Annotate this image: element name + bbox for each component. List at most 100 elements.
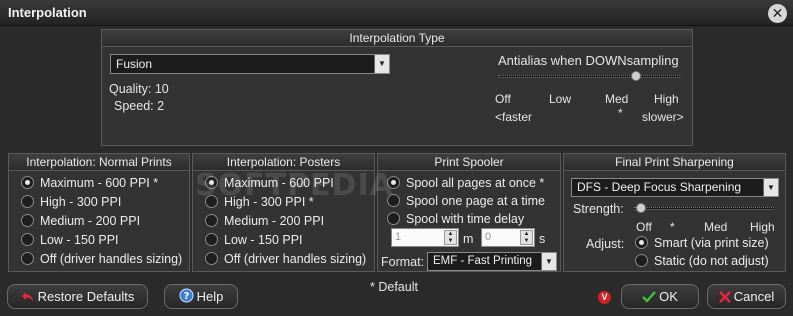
normal-prints-option-label: High - 300 PPI [40,195,122,209]
antialias-scale-high: High [654,92,679,106]
svg-text:?: ? [183,291,189,302]
restore-defaults-button[interactable]: Restore Defaults [7,284,148,309]
strength-label: Strength: [573,202,624,216]
normal-prints-option-label: Maximum - 600 PPI * [40,176,159,190]
window-title: Interpolation [8,5,87,20]
adjust-option[interactable]: Static (do not adjust) [635,252,769,270]
stepper-icon[interactable]: ▲ ▼ [520,230,533,245]
posters-option[interactable]: Medium - 200 PPI [205,212,324,230]
radio-button-icon[interactable] [21,233,34,246]
posters-option-label: Off (driver handles sizing) [224,252,367,266]
radio-button-icon[interactable] [21,176,34,189]
help-button[interactable]: ? Help [164,284,238,309]
spooler-option-label: Spool one page at a time [406,194,545,208]
spooler-option-label: Spool all pages at once * [406,176,545,190]
checkmark-icon [642,287,656,310]
radio-button-icon[interactable] [205,233,218,246]
antialias-scale-default: * [618,106,623,120]
cancel-button[interactable]: Cancel [707,284,786,309]
normal-prints-option[interactable]: High - 300 PPI [21,193,121,211]
strength-scale-off: Off [636,220,652,234]
speed-label: Speed: 2 [114,99,165,113]
interpolation-type-panel: Interpolation Type Fusion ▼ Quality: 10 … [101,29,693,146]
seconds-unit: s [539,232,546,246]
radio-button-icon[interactable] [21,214,34,227]
chevron-down-icon: ▼ [374,55,389,73]
posters-option[interactable]: Off (driver handles sizing) [205,250,366,268]
normal-prints-option[interactable]: Maximum - 600 PPI * [21,174,158,192]
antialias-slider-track[interactable] [498,75,682,78]
normal-prints-option-label: Low - 150 PPI [40,233,119,247]
print-spooler-header: Print Spooler [378,154,560,171]
restore-defaults-label: Restore Defaults [37,289,135,304]
interpolation-type-header: Interpolation Type [102,30,692,47]
adjust-option[interactable]: Smart (via print size) [635,234,769,252]
radio-button-icon[interactable] [635,254,648,267]
antialias-slider-thumb[interactable] [631,71,641,81]
antialias-scale-med: Med [605,92,629,106]
spooler-option[interactable]: Spool one page at a time [387,192,545,210]
normal-prints-option-label: Off (driver handles sizing) [40,252,183,266]
quality-label: Quality: 10 [109,82,169,96]
spooler-option-label: Spool with time delay [406,212,525,226]
normal-prints-option[interactable]: Medium - 200 PPI [21,212,140,230]
sharpening-method-value: DFS - Deep Focus Sharpening [577,180,742,194]
antialias-scale-slower: slower> [642,110,684,124]
delay-minutes-field[interactable]: 1 ▲ ▼ [391,228,459,247]
minutes-unit: m [463,232,474,246]
strength-scale-default: * [670,220,675,234]
normal-prints-option[interactable]: Low - 150 PPI [21,231,119,249]
antialias-scale-off: Off [495,92,511,106]
strength-scale-high: High [750,220,775,234]
normal-prints-header: Interpolation: Normal Prints [9,154,189,171]
radio-button-icon[interactable] [635,236,648,249]
delay-seconds-value: 0 [485,231,492,243]
ok-button[interactable]: OK [621,284,699,309]
normal-prints-panel: Interpolation: Normal Prints Maximum - 6… [8,153,190,272]
help-label: Help [196,289,224,304]
antialias-scale-low: Low [549,92,572,106]
format-select[interactable]: EMF - Fast Printing ▼ [427,252,557,271]
radio-button-icon[interactable] [205,252,218,265]
radio-button-icon[interactable] [21,195,34,208]
help-icon: ? [179,287,194,310]
posters-option-label: Medium - 200 PPI [224,214,325,228]
strength-slider-thumb[interactable] [636,203,646,213]
radio-button-icon[interactable] [21,252,34,265]
print-spooler-panel: Print Spooler Spool all pages at once * S… [377,153,561,272]
chevron-down-icon: ▼ [541,253,556,270]
radio-button-icon[interactable] [205,214,218,227]
strength-scale-med: Med [704,220,728,234]
vendor-badge-icon: V [598,291,611,304]
ok-label: OK [659,289,678,304]
adjust-label: Adjust: [586,237,625,251]
antialias-scale-faster: <faster [495,110,533,124]
normal-prints-option-label: Medium - 200 PPI [40,214,141,228]
cancel-label: Cancel [733,289,775,304]
delay-seconds-field[interactable]: 0 ▲ ▼ [481,228,535,247]
default-note: * Default [370,280,418,294]
title-bar: Interpolation ✕ [0,0,793,26]
format-value: EMF - Fast Printing [433,255,533,267]
stepper-icon[interactable]: ▲ ▼ [444,230,457,245]
sharpening-method-select[interactable]: DFS - Deep Focus Sharpening ▼ [571,178,779,197]
posters-option[interactable]: Low - 150 PPI [205,231,303,249]
sharpening-panel: Final Print Sharpening DFS - Deep Focus … [563,153,786,272]
delay-minutes-value: 1 [395,231,402,243]
watermark-text: SOFTPEDIA [195,168,394,203]
format-label: Format: [381,255,425,269]
interpolation-method-value: Fusion [116,57,153,71]
strength-slider-track[interactable] [634,207,774,210]
adjust-option-label: Static (do not adjust) [654,254,769,268]
close-icon[interactable]: ✕ [768,4,787,23]
sharpening-header: Final Print Sharpening [564,154,785,171]
chevron-down-icon: ▼ [763,179,778,196]
spooler-option[interactable]: Spool with time delay [387,210,524,228]
normal-prints-option[interactable]: Off (driver handles sizing) [21,250,182,268]
spooler-option[interactable]: Spool all pages at once * [387,174,544,192]
radio-button-icon[interactable] [387,212,400,225]
interpolation-method-select[interactable]: Fusion ▼ [110,54,390,74]
cancel-x-icon [718,287,731,310]
adjust-option-label: Smart (via print size) [654,236,769,250]
antialias-label: Antialias when DOWNsampling [498,53,679,68]
